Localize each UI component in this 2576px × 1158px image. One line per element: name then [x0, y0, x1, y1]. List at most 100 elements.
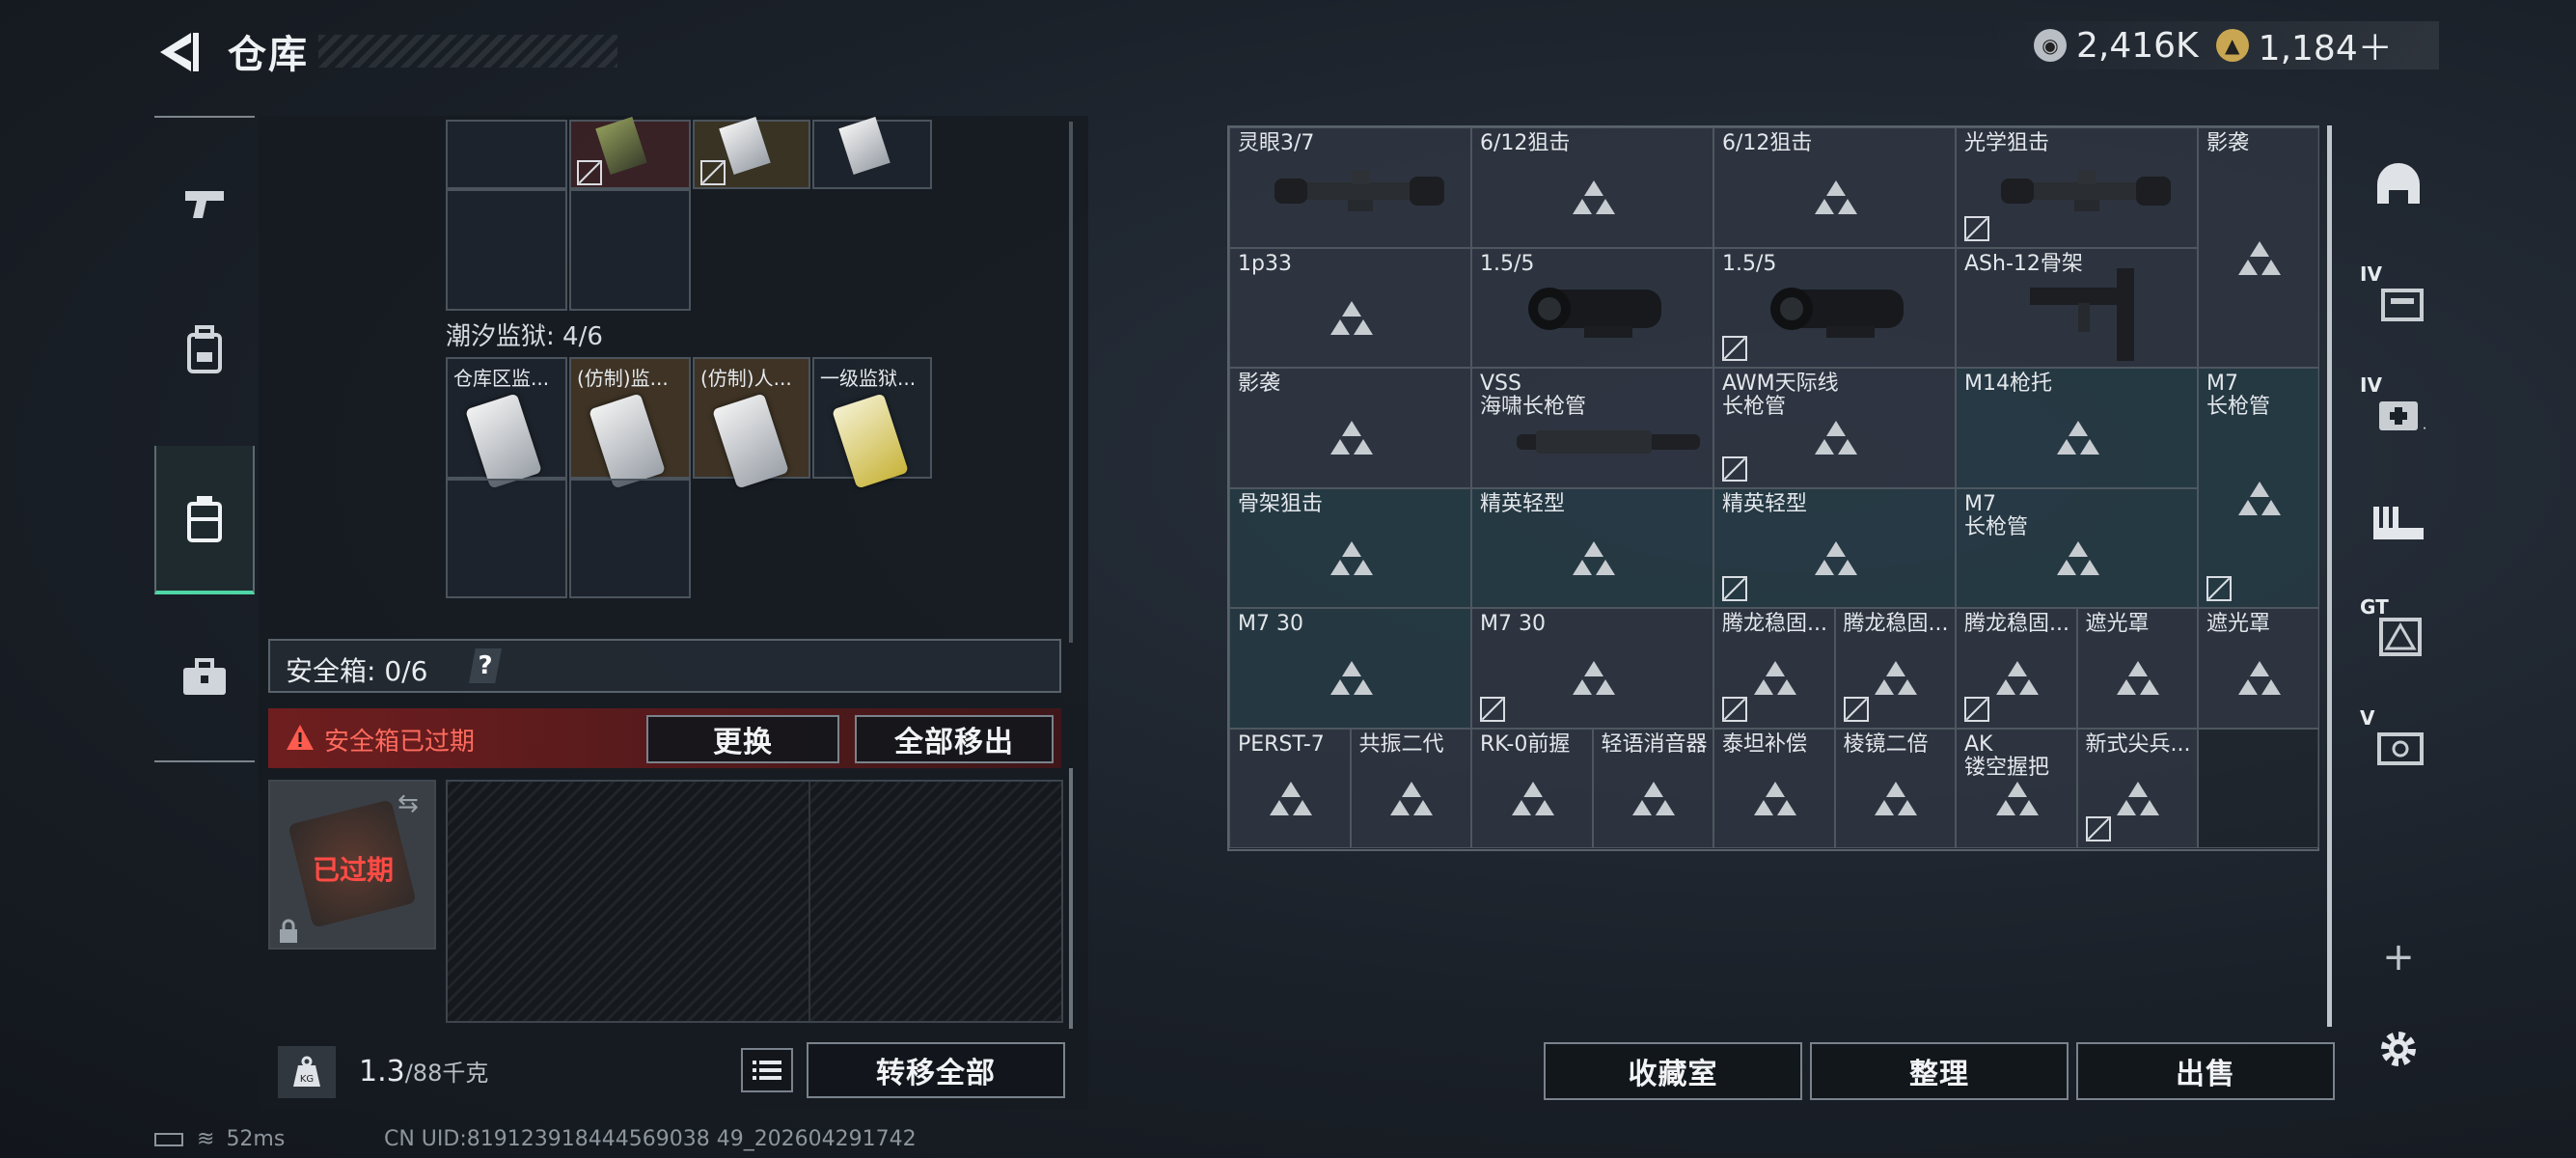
- grid-item-cell[interactable]: 6/12狙击: [1471, 127, 1713, 248]
- tab-armor[interactable]: IV: [2358, 261, 2439, 342]
- grid-item-cell[interactable]: M7 长枪管: [1956, 487, 2198, 608]
- item-name: 6/12狙击: [1722, 131, 1813, 155]
- tab-ammo[interactable]: [2358, 482, 2439, 564]
- grid-slot[interactable]: [446, 189, 567, 311]
- grid-item-cell[interactable]: 影袭: [1229, 368, 1471, 488]
- tab-chest-rig[interactable]: [154, 446, 255, 594]
- remove-all-button[interactable]: 全部移出: [855, 715, 1054, 763]
- collection-room-button[interactable]: 收藏室: [1544, 1042, 1802, 1100]
- grid-slot[interactable]: [446, 479, 567, 598]
- title-decoration: [318, 35, 617, 68]
- grid-slot-item[interactable]: [812, 117, 932, 189]
- grid-item-cell[interactable]: AK 镂空握把: [1956, 728, 2077, 848]
- grid-slot-item[interactable]: [693, 117, 810, 189]
- scrollbar[interactable]: [1069, 768, 1073, 1029]
- tier-label: V: [2360, 706, 2375, 730]
- tide-prison-label: 潮汐监狱: 4/6: [446, 322, 603, 351]
- grid-item-cell[interactable]: 6/12狙击: [1713, 127, 1956, 248]
- grid-item-cell[interactable]: 精英轻型: [1471, 487, 1713, 608]
- item-name: M7 30: [1480, 612, 1546, 636]
- grid-item-cell[interactable]: 轻语消音器: [1592, 728, 1713, 848]
- grid-item-cell[interactable]: M7 30: [1229, 608, 1471, 729]
- safebox-grid[interactable]: [446, 780, 1063, 1023]
- tab-tactical[interactable]: GT: [2358, 593, 2439, 675]
- grid-slot[interactable]: [446, 120, 567, 189]
- tab-helmet[interactable]: [2358, 145, 2439, 226]
- tab-toolbox[interactable]: [154, 629, 255, 726]
- grid-item-cell[interactable]: ASh-12骨架: [1956, 247, 2198, 368]
- item-subname: 长枪管: [1964, 514, 2029, 539]
- card-slot[interactable]: (仿制)人...: [693, 357, 810, 489]
- card-name: 一级监狱...: [820, 367, 917, 390]
- barrel-icon: [1516, 430, 1700, 454]
- item-name: 共振二代: [1358, 731, 1444, 757]
- grid-item-cell[interactable]: 腾龙稳固...: [1956, 608, 2077, 729]
- grid-item-cell[interactable]: 泰坦补偿: [1713, 728, 1835, 848]
- card-item-icon: [838, 117, 891, 175]
- list-icon: [753, 1061, 781, 1080]
- grid-item-cell[interactable]: 遮光罩: [2198, 608, 2319, 729]
- sell-button[interactable]: 出售: [2076, 1042, 2335, 1100]
- grid-slot[interactable]: [569, 479, 691, 598]
- grid-item-cell[interactable]: PERST-7: [1229, 728, 1351, 848]
- grid-slot[interactable]: [569, 189, 691, 311]
- grid-item-cell[interactable]: 精英轻型: [1713, 487, 1956, 608]
- swap-icon[interactable]: ⇆: [397, 789, 419, 818]
- gold-currency[interactable]: ▲ 1,184＋: [2215, 20, 2393, 70]
- item-name: AWM天际线 长枪管: [1722, 372, 1839, 419]
- item-name: 精英轻型: [1480, 491, 1566, 516]
- grid-item-cell[interactable]: M7 30: [1471, 608, 1713, 729]
- safebox-header: 安全箱: 0/6 ?: [268, 639, 1061, 693]
- card-slot[interactable]: (仿制)监...: [569, 357, 691, 489]
- grid-item-cell[interactable]: 灵眼3/7: [1229, 127, 1471, 248]
- grid-item-cell[interactable]: RK-0前握: [1471, 728, 1593, 848]
- tab-medkit[interactable]: IV +: [2358, 372, 2439, 453]
- tab-backpack[interactable]: [154, 301, 255, 398]
- add-tab-icon[interactable]: +: [2358, 917, 2439, 998]
- grid-item-cell[interactable]: 1p33: [1229, 247, 1471, 368]
- item-name: 腾龙稳固...: [1964, 612, 2069, 636]
- grid-item-cell[interactable]: 共振二代: [1350, 728, 1471, 848]
- item-name: 灵眼3/7: [1238, 131, 1315, 155]
- grid-item-cell[interactable]: M7 长枪管: [2198, 368, 2319, 608]
- scope-icon: [1274, 171, 1444, 211]
- attachment-placeholder-icon: [2117, 781, 2160, 815]
- scrollbar[interactable]: [2327, 125, 2332, 1027]
- card-slot[interactable]: 一级监狱...: [812, 357, 932, 489]
- replace-button[interactable]: 更换: [646, 715, 839, 763]
- safebox-item[interactable]: 已过期 ⇆: [268, 780, 436, 950]
- card-slot[interactable]: 仓库区监...: [446, 357, 567, 489]
- grid-item-cell[interactable]: 腾龙稳固...: [1713, 608, 1835, 729]
- grid-item-cell[interactable]: 棱镜二倍: [1834, 728, 1956, 848]
- grid-item-cell[interactable]: M14枪托: [1956, 368, 2198, 488]
- silver-amount: 2,416K: [2076, 25, 2199, 66]
- grid-item-cell[interactable]: 光学狙击: [1956, 127, 2198, 248]
- scrollbar[interactable]: [1069, 122, 1073, 643]
- list-view-button[interactable]: [741, 1048, 793, 1092]
- lock-icon: [280, 919, 297, 943]
- help-icon[interactable]: ?: [469, 648, 502, 683]
- silver-currency[interactable]: ◉ 2,416K: [2034, 26, 2199, 66]
- sort-button[interactable]: 整理: [1810, 1042, 2069, 1100]
- grid-item-cell[interactable]: 1.5/5: [1471, 247, 1713, 368]
- page-title: 仓库: [228, 33, 309, 77]
- grid-item-cell[interactable]: 影袭: [2198, 127, 2319, 368]
- grid-item-cell[interactable]: AWM天际线 长枪管: [1713, 368, 1956, 488]
- grid-slot-item[interactable]: [569, 117, 691, 189]
- transfer-all-button[interactable]: 转移全部: [807, 1042, 1065, 1098]
- back-arrow-icon[interactable]: [152, 27, 203, 77]
- grid-item-cell[interactable]: VSS 海啸长枪管: [1471, 368, 1713, 488]
- attachment-placeholder-icon: [1572, 540, 1615, 575]
- grid-item-cell[interactable]: 1.5/5: [1713, 247, 1956, 368]
- grid-item-cell[interactable]: 腾龙稳固...: [1834, 608, 1956, 729]
- tab-weapons[interactable]: [154, 156, 255, 253]
- settings-button[interactable]: [2358, 1008, 2439, 1089]
- grid-item-cell[interactable]: 新式尖兵...: [2076, 728, 2198, 848]
- item-name: 遮光罩: [2085, 612, 2150, 636]
- grid-item-cell[interactable]: 遮光罩: [2076, 608, 2198, 729]
- card-item-icon: [595, 117, 647, 175]
- grid-item-cell[interactable]: 骨架狙击: [1229, 487, 1471, 608]
- grid-empty-cell[interactable]: [2198, 728, 2319, 848]
- wifi-icon: ≋: [197, 1127, 215, 1151]
- tab-vault[interactable]: V: [2358, 704, 2439, 786]
